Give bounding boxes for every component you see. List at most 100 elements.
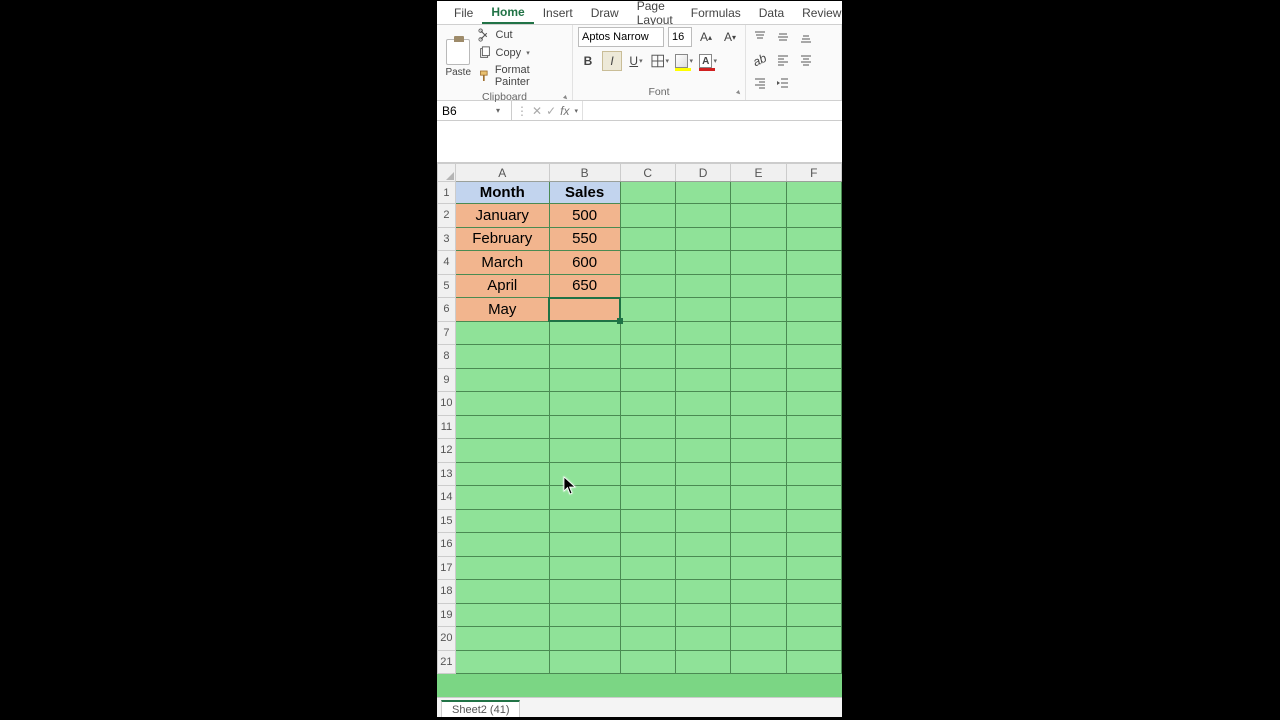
row-header[interactable]: 11 [438,415,456,439]
row-header[interactable]: 6 [438,298,456,322]
align-top-button[interactable] [750,27,770,47]
cell[interactable] [786,439,841,463]
cell[interactable] [549,462,620,486]
cell[interactable] [786,298,841,322]
cell[interactable] [620,392,675,416]
sheet-tab[interactable]: Sheet2 (41) [441,700,520,718]
cell[interactable] [675,415,730,439]
row-header[interactable]: 13 [438,462,456,486]
cell[interactable] [620,204,675,228]
bold-button[interactable]: B [578,51,598,71]
cell[interactable] [620,368,675,392]
row-header[interactable]: 17 [438,556,456,580]
column-header[interactable]: D [675,164,730,182]
cell[interactable]: 600 [549,251,620,275]
indent-button[interactable] [773,73,793,93]
cell[interactable] [620,274,675,298]
cell[interactable] [549,486,620,510]
cell[interactable] [731,533,786,557]
cell[interactable] [455,580,549,604]
cell[interactable] [620,345,675,369]
row-header[interactable]: 4 [438,251,456,275]
orientation-button[interactable]: ab [750,50,770,70]
cell[interactable] [731,509,786,533]
column-header[interactable]: A [455,164,549,182]
cell[interactable] [731,580,786,604]
cell[interactable] [675,533,730,557]
cell[interactable] [675,345,730,369]
menu-tab-data[interactable]: Data [750,3,793,23]
cell[interactable] [455,392,549,416]
cell[interactable]: January [455,204,549,228]
font-color-button[interactable]: A▾ [698,51,718,71]
cell[interactable] [786,627,841,651]
cell[interactable] [786,415,841,439]
cell[interactable] [549,533,620,557]
column-header[interactable]: E [731,164,786,182]
cell[interactable] [786,533,841,557]
cell[interactable] [675,251,730,275]
cell[interactable] [620,509,675,533]
cell[interactable] [455,556,549,580]
cell[interactable] [731,298,786,322]
align-center-button[interactable] [796,50,816,70]
chevron-down-icon[interactable]: ▾ [574,107,578,115]
cell[interactable] [455,486,549,510]
cell[interactable] [731,227,786,251]
row-header[interactable]: 12 [438,439,456,463]
cell[interactable]: 650 [549,274,620,298]
cell[interactable] [675,321,730,345]
cell[interactable] [731,556,786,580]
cell[interactable]: Sales [549,182,620,204]
cell[interactable] [455,462,549,486]
cell[interactable] [675,182,730,204]
menu-tab-draw[interactable]: Draw [582,3,628,23]
cell[interactable] [549,627,620,651]
cell[interactable] [455,603,549,627]
row-header[interactable]: 7 [438,321,456,345]
cell[interactable] [455,533,549,557]
cell[interactable] [731,368,786,392]
cell[interactable] [786,392,841,416]
cell[interactable] [731,251,786,275]
row-header[interactable]: 5 [438,274,456,298]
cell[interactable] [675,603,730,627]
fill-color-button[interactable]: ▾ [674,51,694,71]
row-header[interactable]: 20 [438,627,456,651]
cell[interactable] [620,533,675,557]
format-painter-button[interactable]: Format Painter [475,63,568,89]
cell[interactable] [786,251,841,275]
font-size-select[interactable] [668,27,692,47]
cell[interactable] [731,462,786,486]
cell[interactable] [731,603,786,627]
decrease-font-button[interactable]: A▾ [720,27,740,47]
cell[interactable] [731,650,786,674]
cell[interactable] [675,392,730,416]
cell[interactable] [455,509,549,533]
cell[interactable] [731,182,786,204]
cell[interactable] [549,415,620,439]
row-header[interactable]: 1 [438,182,456,204]
cell[interactable]: February [455,227,549,251]
cell[interactable] [786,368,841,392]
cell[interactable] [620,298,675,322]
cell[interactable] [786,486,841,510]
cell[interactable] [620,627,675,651]
cell[interactable] [620,580,675,604]
cell[interactable] [455,368,549,392]
cell[interactable] [620,251,675,275]
italic-button[interactable]: I [602,51,622,71]
cell[interactable] [675,204,730,228]
cell[interactable] [786,227,841,251]
row-header[interactable]: 14 [438,486,456,510]
cell[interactable] [731,274,786,298]
cell[interactable] [549,556,620,580]
increase-font-button[interactable]: A▴ [696,27,716,47]
cell[interactable] [620,415,675,439]
cell[interactable] [786,274,841,298]
cell[interactable] [549,321,620,345]
cell[interactable] [549,392,620,416]
cell[interactable] [549,580,620,604]
cell[interactable] [731,415,786,439]
cell[interactable] [620,227,675,251]
